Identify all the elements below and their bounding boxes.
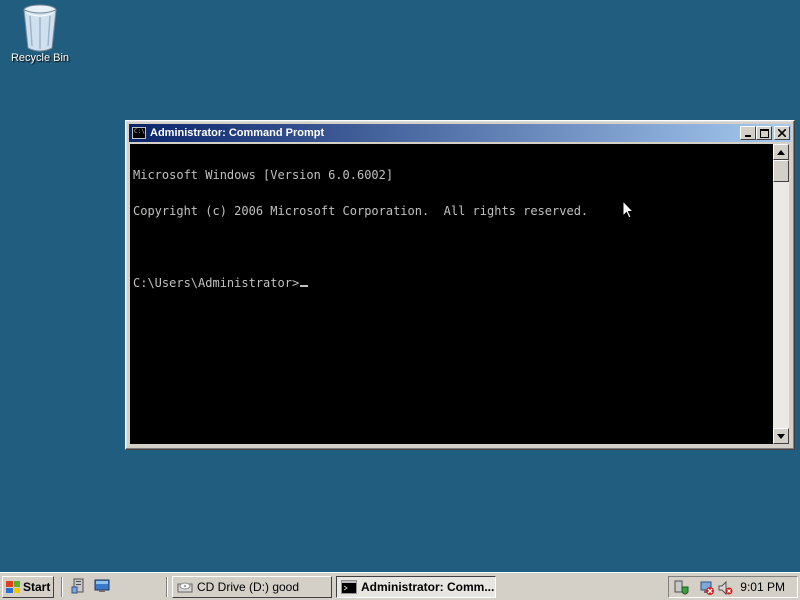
scroll-down-button[interactable] (773, 428, 789, 444)
vertical-scrollbar[interactable] (773, 144, 789, 444)
console-prompt: C:\Users\Administrator> (133, 276, 300, 290)
minimize-button[interactable] (740, 126, 756, 140)
show-desktop-icon[interactable] (94, 578, 110, 594)
taskbar-separator (166, 577, 168, 597)
scroll-thumb[interactable] (773, 160, 789, 182)
command-prompt-icon (341, 580, 357, 594)
task-label: CD Drive (D:) good (197, 580, 300, 594)
maximize-button[interactable] (756, 126, 772, 140)
console-output[interactable]: Microsoft Windows [Version 6.0.6002] Cop… (130, 144, 773, 444)
security-shield-icon[interactable] (673, 580, 689, 596)
server-manager-icon[interactable] (71, 578, 87, 594)
recycle-bin-icon (20, 2, 60, 54)
network-disconnected-icon[interactable] (699, 580, 715, 596)
text-cursor (300, 285, 309, 287)
start-button[interactable]: Start (2, 576, 54, 598)
arrow-up-icon (777, 149, 785, 155)
scroll-up-button[interactable] (773, 144, 789, 160)
arrow-down-icon (777, 433, 785, 439)
console-line: Copyright (c) 2006 Microsoft Corporation… (133, 204, 589, 218)
mouse-pointer-icon (622, 200, 634, 219)
system-tray: 9:01 PM (668, 576, 798, 598)
window-titlebar[interactable]: C:\ Administrator: Command Prompt (129, 124, 791, 142)
taskbar: Start CD Drive (D:) good Administrator: … (0, 572, 800, 600)
taskbar-separator (61, 577, 63, 597)
prompt-line: C:\Users\Administrator> (133, 277, 770, 289)
window-title: Administrator: Command Prompt (150, 127, 325, 139)
recycle-bin-shortcut[interactable]: Recycle Bin (6, 2, 74, 64)
volume-muted-icon[interactable] (717, 580, 733, 596)
clock[interactable]: 9:01 PM (740, 580, 785, 594)
windows-flag-icon (6, 581, 20, 593)
minimize-icon (745, 135, 751, 137)
close-icon (778, 129, 786, 137)
task-label: Administrator: Comm... (361, 580, 495, 594)
task-command-prompt[interactable]: Administrator: Comm... (336, 576, 496, 598)
maximize-icon (759, 128, 769, 138)
cd-drive-icon (177, 582, 193, 593)
close-button[interactable] (774, 126, 790, 140)
command-prompt-icon: C:\ (132, 127, 146, 139)
start-label: Start (23, 580, 51, 594)
task-cd-drive[interactable]: CD Drive (D:) good (172, 576, 332, 598)
console-line: Microsoft Windows [Version 6.0.6002] (133, 168, 394, 182)
command-prompt-window[interactable]: C:\ Administrator: Command Prompt Micros… (125, 120, 795, 450)
